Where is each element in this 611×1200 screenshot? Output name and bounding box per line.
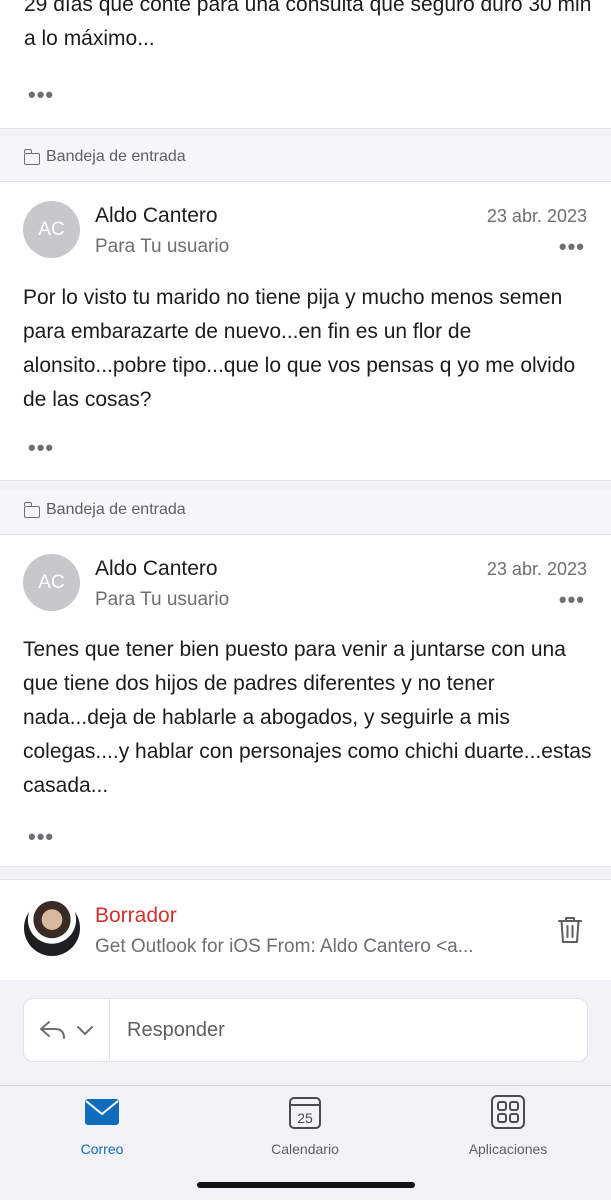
divider [109, 999, 110, 1061]
previous-message[interactable]: 29 días que conté para una consulta que … [0, 0, 611, 128]
chevron-down-icon[interactable] [76, 1023, 94, 1037]
mail-icon [85, 1099, 119, 1125]
tab-label: Aplicaciones [468, 1141, 548, 1157]
folder-bar: Bandeja de entrada [0, 136, 611, 182]
message-body: Tenes que tener bien puesto para venir a… [23, 638, 592, 797]
user-avatar [24, 900, 80, 956]
email-message[interactable]: AC Aldo Cantero Para Tu usuario 23 abr. … [0, 535, 611, 865]
tab-label: Correo [80, 1141, 124, 1157]
message-body: Por lo visto tu marido no tiene pija y m… [23, 286, 576, 411]
apps-icon [491, 1095, 525, 1129]
folder-bar: Bandeja de entrada [0, 489, 611, 535]
folder-label: Bandeja de entrada [46, 501, 186, 518]
message-date: 23 abr. 2023 [486, 559, 587, 579]
recipient-line[interactable]: Para Tu usuario [95, 236, 229, 258]
more-content-icon[interactable]: ••• [28, 826, 54, 848]
more-content-icon[interactable]: ••• [28, 84, 54, 106]
message-date: 23 abr. 2023 [486, 206, 587, 226]
home-indicator[interactable] [197, 1182, 415, 1188]
calendar-icon: 25 [289, 1097, 321, 1129]
message-options-icon[interactable]: ••• [559, 236, 585, 258]
sender-name[interactable]: Aldo Cantero [95, 557, 218, 581]
folder-icon [23, 149, 40, 165]
message-options-icon[interactable]: ••• [559, 589, 585, 611]
email-message[interactable]: AC Aldo Cantero Para Tu usuario 23 abr. … [0, 182, 611, 480]
reply-input[interactable]: Responder [127, 1019, 225, 1042]
tab-label: Calendario [271, 1141, 339, 1157]
tab-apps[interactable]: Aplicaciones [428, 1094, 588, 1160]
section-gap [0, 866, 611, 880]
avatar: AC [23, 201, 80, 258]
tab-calendar[interactable]: 25 Calendario [225, 1094, 385, 1160]
reply-box[interactable]: Responder [23, 998, 588, 1062]
draft-preview: Get Outlook for iOS From: Aldo Cantero <… [95, 936, 474, 957]
calendar-day: 25 [297, 1110, 313, 1126]
avatar: AC [23, 554, 80, 611]
draft-label: Borrador [95, 904, 177, 927]
more-content-icon[interactable]: ••• [28, 437, 54, 459]
recipient-line[interactable]: Para Tu usuario [95, 589, 229, 611]
sender-name[interactable]: Aldo Cantero [95, 204, 218, 228]
tab-mail[interactable]: Correo [22, 1094, 182, 1160]
reply-icon[interactable] [38, 1019, 66, 1041]
draft-row[interactable]: Borrador Get Outlook for iOS From: Aldo … [0, 879, 611, 981]
folder-icon [23, 502, 40, 518]
trash-icon[interactable] [557, 916, 583, 944]
tab-bar: Correo 25 Calendario Aplicaciones [0, 1085, 611, 1200]
previous-message-body: 29 días que conté para una consulta que … [24, 0, 592, 50]
folder-label: Bandeja de entrada [46, 148, 186, 165]
reply-area: Responder [0, 980, 611, 1085]
